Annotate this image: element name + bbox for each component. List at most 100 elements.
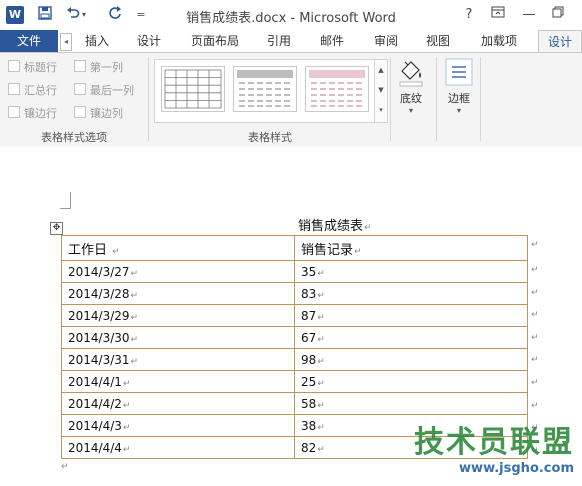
table-row: 2014/3/28↵ 83↵ (61, 282, 528, 305)
row-end-mark: ↵ (531, 240, 539, 250)
group-divider (436, 57, 437, 141)
paragraph-mark: ↵ (317, 378, 325, 389)
borders-dropdown-icon[interactable]: ▾ (442, 106, 476, 115)
header-sales-label: 销售记录 (301, 242, 354, 258)
tab-mailings[interactable]: 邮件 (313, 30, 351, 52)
table-style-grey[interactable] (233, 66, 297, 112)
group-divider (480, 57, 481, 141)
sales-cell[interactable]: 67↵ (294, 326, 528, 349)
heading-text: 销售成绩表 (298, 219, 364, 234)
option-first-column[interactable]: 第一列 (74, 60, 123, 76)
sales-value: 58 (301, 396, 317, 411)
shading-dropdown-icon[interactable]: ▾ (394, 106, 428, 115)
sales-cell[interactable]: 83↵ (294, 282, 528, 305)
help-button[interactable]: ? (458, 5, 480, 25)
ribbon-display-icon[interactable] (487, 5, 509, 25)
minimize-button[interactable]: — (518, 5, 540, 25)
document-canvas[interactable]: 销售成绩表↵ ✥ 工作日 ↵ 销售记录↵ 2014/3/27↵ 35↵ 2014/3… (0, 146, 582, 486)
total-row-checkbox[interactable] (8, 83, 20, 95)
date-cell[interactable]: 2014/3/30↵ (61, 326, 295, 349)
header-row-label: 标题行 (24, 61, 57, 74)
gallery-scrollbar[interactable]: ▲ ▼ ▾ (374, 59, 388, 123)
date-value: 2014/3/27 (68, 264, 130, 279)
gallery-more-icon[interactable]: ▾ (375, 100, 387, 120)
date-cell[interactable]: 2014/3/31↵ (61, 348, 295, 371)
table-style-plain[interactable] (161, 66, 225, 112)
last-column-label: 最后一列 (90, 84, 134, 97)
header-cell-sales[interactable]: 销售记录↵ (294, 235, 528, 261)
sales-value: 25 (301, 374, 317, 389)
header-date-label: 工作日 (68, 242, 108, 258)
date-cell[interactable]: 2014/3/27↵ (61, 260, 295, 283)
group-divider (148, 57, 149, 141)
gallery-scroll-up-icon[interactable]: ▲ (375, 60, 387, 80)
sales-value: 35 (301, 264, 317, 279)
last-column-checkbox[interactable] (74, 83, 86, 95)
paragraph-mark: ↵ (61, 462, 69, 472)
document-heading[interactable]: 销售成绩表↵ (298, 215, 372, 234)
paragraph-mark: ↵ (317, 334, 325, 345)
banded-columns-checkbox[interactable] (74, 106, 86, 118)
table-styles-group-label: 表格样式 (248, 131, 292, 144)
ribbon: 标题行 第一列 汇总行 最后一列 镶边行 镶边列 表格样式选项 ▲ ▼ ▾ 表格… (0, 52, 582, 147)
tab-view[interactable]: 视图 (419, 30, 457, 52)
borders-label: 边框 (448, 92, 470, 105)
restore-button[interactable] (547, 5, 569, 25)
gallery-scroll-down-icon[interactable]: ▼ (375, 80, 387, 100)
sales-value: 87 (301, 308, 317, 323)
table-style-pink[interactable] (305, 66, 369, 112)
tab-references[interactable]: 引用 (260, 30, 298, 52)
shading-label: 底纹 (400, 92, 422, 105)
tab-addins[interactable]: 加载项 (474, 30, 524, 52)
header-row-checkbox[interactable] (8, 60, 20, 72)
sales-cell[interactable]: 58↵ (294, 392, 528, 415)
paragraph-mark: ↵ (130, 334, 139, 345)
paragraph-mark: ↵ (317, 400, 325, 411)
banded-rows-checkbox[interactable] (8, 106, 20, 118)
sales-cell[interactable]: 98↵ (294, 348, 528, 371)
tab-table-design[interactable]: 设计 (538, 30, 582, 54)
row-end-mark: ↵ (531, 287, 539, 298)
watermark-url: www.jsgho.com (459, 461, 574, 476)
option-banded-columns[interactable]: 镶边列 (74, 106, 123, 122)
tab-page-layout[interactable]: 页面布局 (186, 30, 244, 52)
tab-review[interactable]: 审阅 (367, 30, 405, 52)
date-value: 2014/4/1 (68, 374, 122, 389)
tab-design[interactable]: 设计 (130, 30, 168, 52)
date-value: 2014/4/4 (68, 440, 122, 455)
row-end-mark: ↵ (531, 310, 539, 321)
table-row: 2014/3/29↵ 87↵ (61, 304, 528, 327)
date-cell[interactable]: 2014/4/3↵ (61, 414, 295, 437)
borders-button[interactable]: 边框 ▾ (442, 57, 476, 115)
table-row: 2014/3/30↵ 67↵ (61, 326, 528, 349)
date-value: 2014/3/28 (68, 286, 130, 301)
sales-value: 83 (301, 286, 317, 301)
date-cell[interactable]: 2014/3/28↵ (61, 282, 295, 305)
date-cell[interactable]: 2014/4/2↵ (61, 392, 295, 415)
option-total-row[interactable]: 汇总行 (8, 83, 57, 99)
date-cell[interactable]: 2014/3/29↵ (61, 304, 295, 327)
sales-cell[interactable]: 87↵ (294, 304, 528, 327)
sales-cell[interactable]: 25↵ (294, 370, 528, 393)
tab-scroll-icon[interactable]: ◂ (60, 33, 72, 51)
row-end-mark: ↵ (531, 355, 539, 366)
paragraph-mark: ↵ (130, 290, 139, 301)
header-cell-date[interactable]: 工作日 ↵ (61, 235, 295, 261)
date-cell[interactable]: 2014/4/4↵ (61, 436, 295, 459)
sales-cell[interactable]: 35↵ (294, 260, 528, 283)
first-column-checkbox[interactable] (74, 60, 86, 72)
option-header-row[interactable]: 标题行 (8, 60, 57, 76)
paragraph-mark: ↵ (122, 400, 131, 411)
paragraph-mark: ↵ (130, 268, 139, 279)
shading-button[interactable]: 底纹 ▾ (394, 57, 428, 115)
table-move-handle-icon[interactable]: ✥ (50, 222, 63, 235)
paragraph-mark: ↵ (317, 444, 325, 455)
date-cell[interactable]: 2014/4/1↵ (61, 370, 295, 393)
tab-file[interactable]: 文件 (0, 30, 58, 52)
option-last-column[interactable]: 最后一列 (74, 83, 134, 99)
paragraph-mark: ↵ (317, 268, 325, 279)
sales-value: 98 (301, 352, 317, 367)
tab-insert[interactable]: 插入 (78, 30, 116, 52)
option-banded-rows[interactable]: 镶边行 (8, 106, 57, 122)
margin-corner-mark (60, 192, 71, 209)
